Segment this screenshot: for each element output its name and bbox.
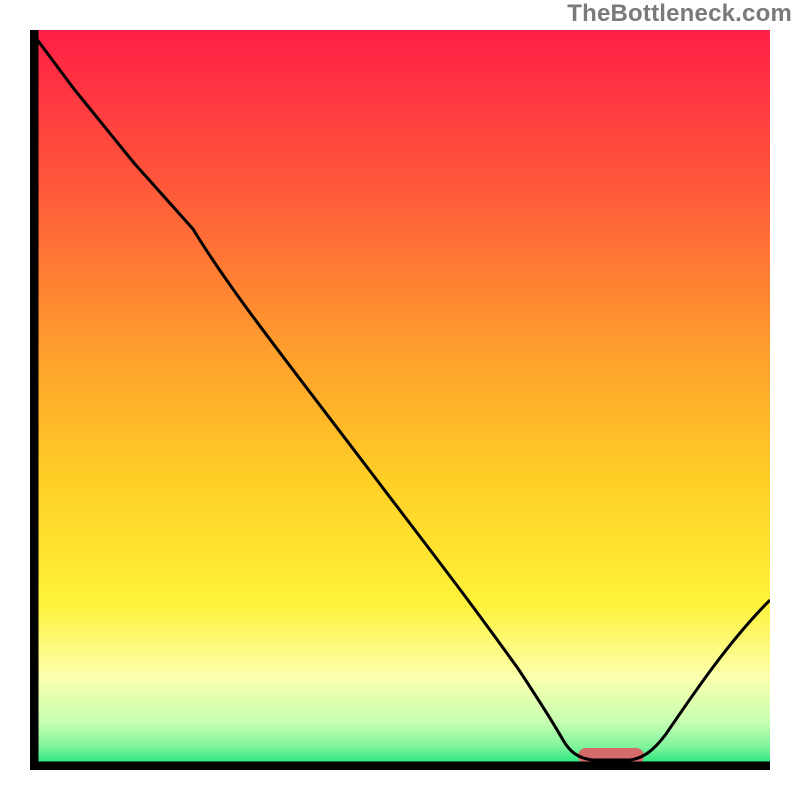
watermark-text: TheBottleneck.com [567, 0, 792, 28]
chart-svg [30, 30, 770, 770]
plot-area [30, 30, 770, 770]
chart-stage: TheBottleneck.com [0, 0, 800, 800]
gradient-background [34, 30, 770, 766]
